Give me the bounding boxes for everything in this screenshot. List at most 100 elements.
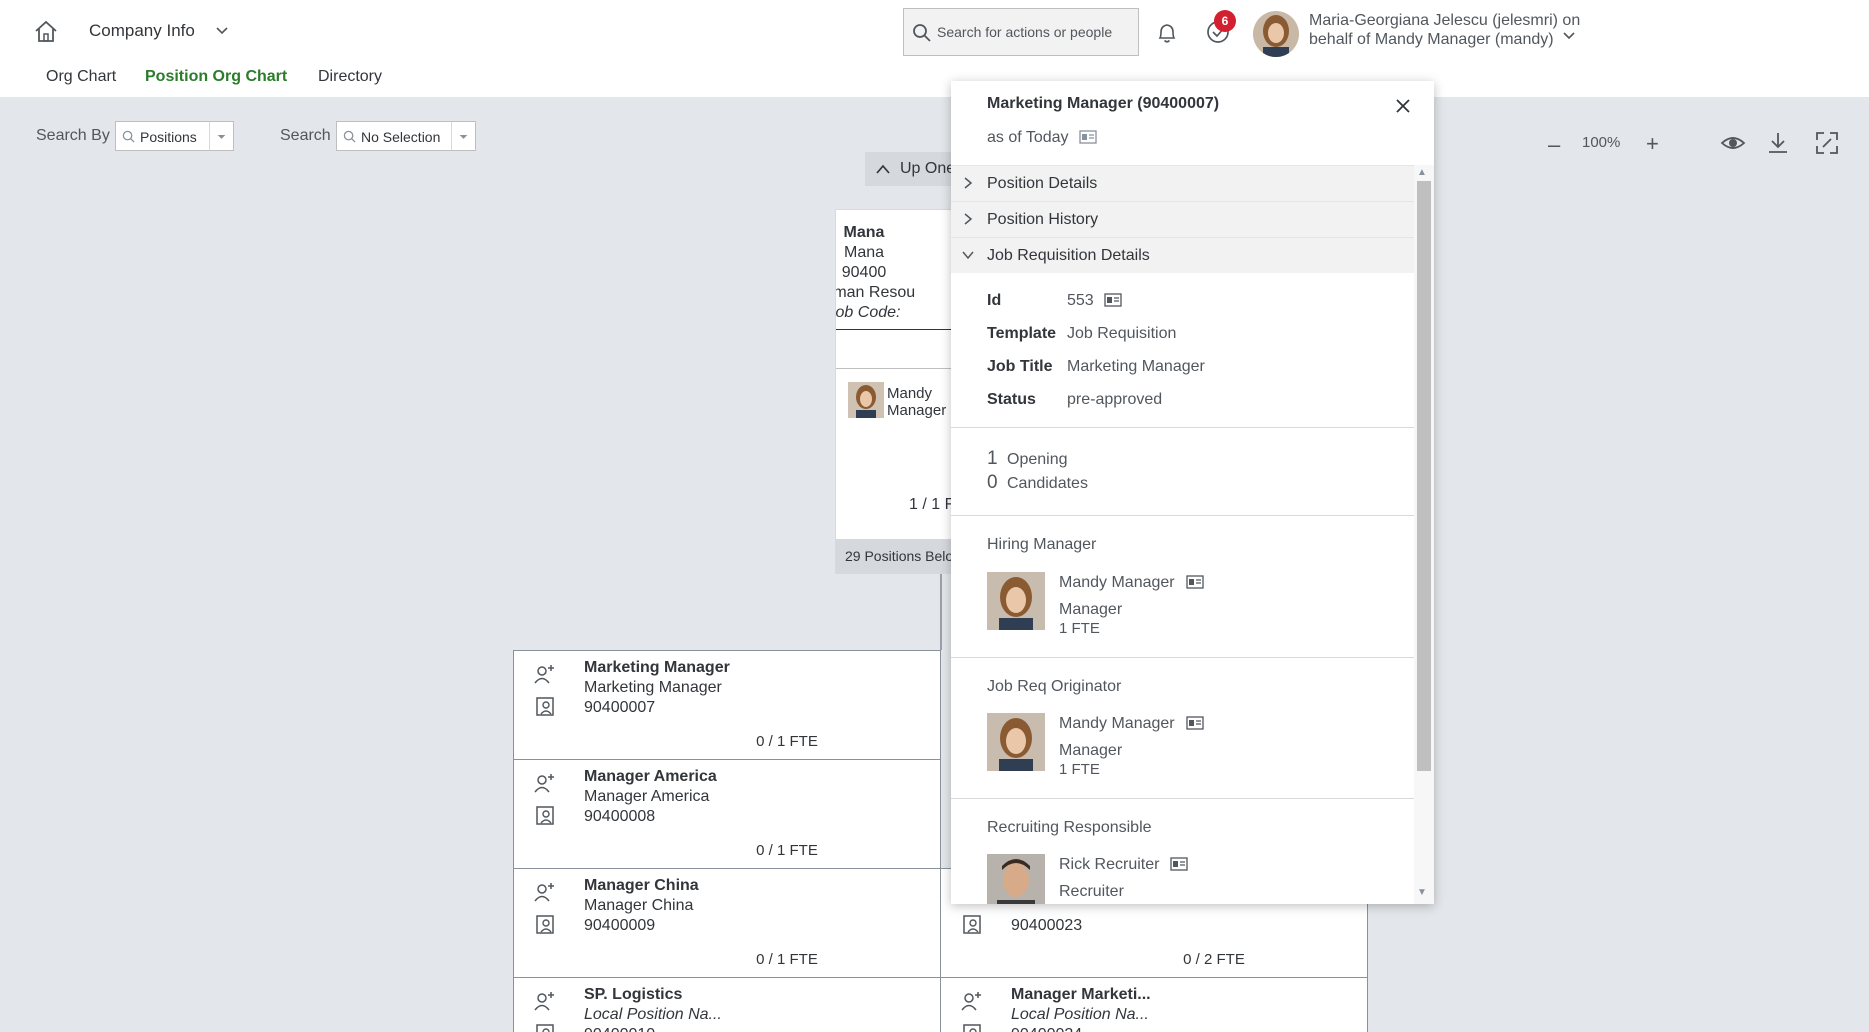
dropdown-arrow-icon[interactable] bbox=[451, 122, 475, 150]
search-value: No Selection bbox=[361, 129, 441, 145]
node-fte: 1 / 1 F bbox=[909, 496, 955, 513]
chevron-up-icon bbox=[876, 164, 890, 174]
home-icon[interactable] bbox=[32, 18, 60, 46]
download-icon[interactable] bbox=[1765, 130, 1791, 156]
job-requisition-icon[interactable] bbox=[534, 1022, 556, 1032]
chevron-down-icon[interactable] bbox=[214, 22, 230, 38]
calendar-card-icon[interactable] bbox=[1079, 130, 1097, 144]
dropdown-arrow-icon[interactable] bbox=[209, 122, 233, 150]
field-value: Marketing Manager bbox=[1067, 358, 1205, 375]
position-code: 90400007 bbox=[584, 699, 656, 716]
field-value: 553 bbox=[1067, 292, 1094, 309]
position-card[interactable]: SP. Logistics Local Position Na... 90400… bbox=[513, 977, 941, 1032]
openings-label: Opening bbox=[1007, 451, 1068, 468]
job-requisition-icon[interactable] bbox=[534, 695, 556, 717]
user-avatar[interactable] bbox=[1253, 11, 1299, 57]
job-requisition-icon[interactable] bbox=[961, 1022, 983, 1032]
hiring-manager-name[interactable]: Mandy Manager bbox=[1059, 574, 1175, 592]
candidates-count: 0 bbox=[987, 472, 998, 493]
global-search-input[interactable]: Search for actions or people bbox=[903, 8, 1139, 56]
incumbent-photo bbox=[848, 382, 884, 418]
search-by-label: Search By bbox=[36, 127, 110, 144]
position-fte: 0 / 1 FTE bbox=[756, 733, 818, 750]
tab-directory[interactable]: Directory bbox=[318, 68, 382, 86]
hiring-manager-photo bbox=[987, 572, 1045, 630]
tab-position-org-chart[interactable]: Position Org Chart bbox=[145, 68, 287, 86]
position-title: Manager America bbox=[584, 768, 717, 785]
openings-count: 1 bbox=[987, 448, 998, 469]
hiring-manager-role: Manager bbox=[1059, 601, 1123, 618]
originator-title: Job Req Originator bbox=[987, 678, 1122, 695]
divider bbox=[951, 515, 1414, 516]
position-code: 90400009 bbox=[584, 917, 656, 934]
incumbent-name: Mandy Manager bbox=[887, 385, 946, 419]
job-requisition-icon[interactable] bbox=[534, 913, 556, 935]
recruiter-name[interactable]: Rick Recruiter bbox=[1059, 856, 1159, 874]
chevron-down-icon bbox=[962, 251, 974, 260]
zoom-in-button[interactable]: + bbox=[1646, 131, 1659, 157]
eye-icon[interactable] bbox=[1720, 130, 1746, 156]
position-code: 90400024 bbox=[1011, 1026, 1082, 1032]
position-title: SP. Logistics bbox=[584, 986, 683, 1003]
close-icon[interactable] bbox=[1395, 98, 1411, 114]
quickcard-icon[interactable] bbox=[1186, 716, 1204, 730]
field-value: pre-approved bbox=[1067, 391, 1163, 408]
bell-icon[interactable] bbox=[1156, 21, 1178, 45]
job-requisition-icon[interactable] bbox=[534, 804, 556, 826]
position-fte: 0 / 2 FTE bbox=[1183, 951, 1245, 968]
position-subtitle: Local Position Na... bbox=[584, 1006, 722, 1023]
field-value: Job Requisition bbox=[1067, 325, 1177, 342]
search-by-select[interactable]: Positions bbox=[115, 121, 234, 151]
field-label: Template bbox=[987, 325, 1057, 342]
add-user-icon[interactable] bbox=[534, 663, 556, 685]
search-by-value: Positions bbox=[140, 129, 197, 145]
scroll-up-icon[interactable]: ▲ bbox=[1417, 167, 1427, 178]
add-user-icon[interactable] bbox=[534, 772, 556, 794]
chevron-right-icon bbox=[964, 177, 973, 189]
position-fte: 0 / 1 FTE bbox=[756, 842, 818, 859]
search-icon bbox=[343, 130, 356, 143]
section-position-history[interactable]: Position History bbox=[951, 201, 1414, 237]
chevron-down-icon[interactable] bbox=[1561, 27, 1577, 43]
position-title: Manager Marketi... bbox=[1011, 986, 1151, 1003]
originator-fte: 1 FTE bbox=[1059, 761, 1100, 778]
job-requisition-icon[interactable] bbox=[961, 913, 983, 935]
quickcard-icon[interactable] bbox=[1104, 293, 1122, 307]
add-user-icon[interactable] bbox=[534, 881, 556, 903]
shell-bar: Company Info Search for actions or peopl… bbox=[0, 0, 1869, 97]
scroll-down-icon[interactable]: ▼ bbox=[1417, 887, 1427, 898]
add-user-icon[interactable] bbox=[961, 990, 983, 1012]
position-fte: 0 / 1 FTE bbox=[756, 951, 818, 968]
fullscreen-icon[interactable] bbox=[1814, 130, 1840, 156]
recruiter-photo bbox=[987, 854, 1045, 904]
originator-name[interactable]: Mandy Manager bbox=[1059, 715, 1175, 733]
section-position-details[interactable]: Position Details bbox=[951, 165, 1414, 201]
scrollbar-thumb[interactable] bbox=[1417, 181, 1431, 771]
zoom-level: 100% bbox=[1582, 134, 1621, 151]
tab-org-chart[interactable]: Org Chart bbox=[46, 68, 116, 86]
originator-role: Manager bbox=[1059, 742, 1123, 759]
field-label: Job Title bbox=[987, 358, 1053, 375]
app-title[interactable]: Company Info bbox=[89, 21, 195, 41]
position-card[interactable]: Marketing Manager Marketing Manager 9040… bbox=[513, 650, 941, 760]
section-job-requisition-details[interactable]: Job Requisition Details bbox=[951, 237, 1414, 273]
position-card[interactable]: Manager Marketi... Local Position Na... … bbox=[940, 977, 1368, 1032]
position-card[interactable]: Manager America Manager America 90400008… bbox=[513, 759, 941, 869]
originator-photo bbox=[987, 713, 1045, 771]
search-select[interactable]: No Selection bbox=[336, 121, 476, 151]
position-subtitle: Manager America bbox=[584, 788, 710, 805]
zoom-out-button[interactable]: – bbox=[1548, 132, 1560, 158]
add-user-icon[interactable] bbox=[534, 990, 556, 1012]
up-one-level-button[interactable]: Up One bbox=[865, 152, 965, 186]
user-name[interactable]: Maria-Georgiana Jelescu (jelesmri) on be… bbox=[1309, 11, 1599, 49]
notification-badge: 6 bbox=[1214, 10, 1236, 32]
quickcard-icon[interactable] bbox=[1186, 575, 1204, 589]
quickcard-icon[interactable] bbox=[1170, 857, 1188, 871]
recruiter-role: Recruiter bbox=[1059, 883, 1124, 900]
position-card[interactable]: Manager China Manager China 90400009 0 /… bbox=[513, 868, 941, 978]
search-placeholder: Search for actions or people bbox=[937, 24, 1113, 40]
search-label: Search bbox=[280, 127, 331, 144]
hiring-manager-title: Hiring Manager bbox=[987, 536, 1097, 553]
recruiter-title: Recruiting Responsible bbox=[987, 819, 1152, 836]
divider bbox=[951, 798, 1414, 799]
